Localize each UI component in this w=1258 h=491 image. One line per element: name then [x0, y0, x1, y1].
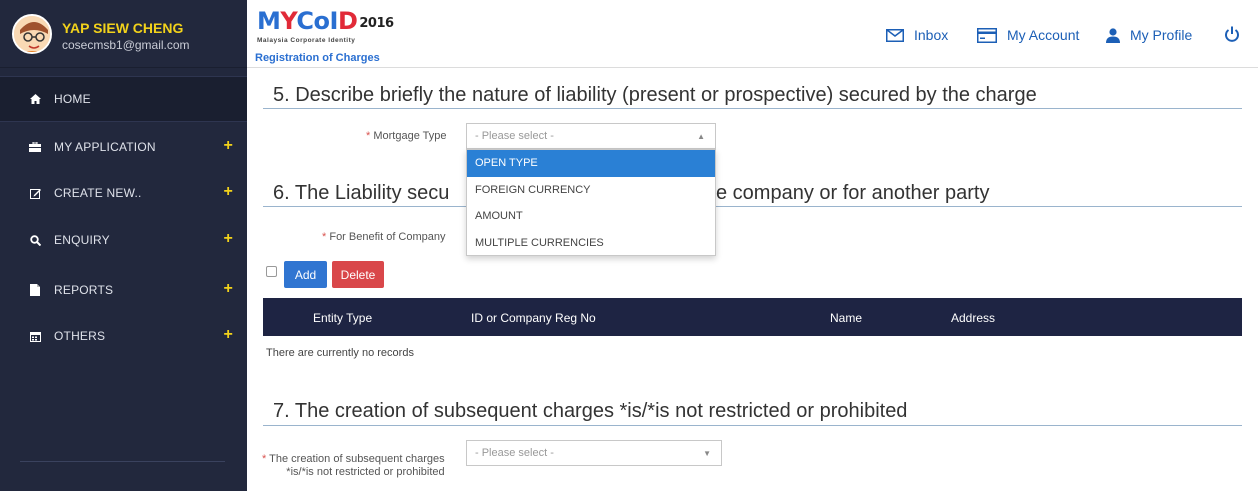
mycoid-logo[interactable]: MYCoID 2016 Malaysia Corporate Identity [257, 9, 394, 44]
mortgage-type-label: * Mortgage Type [366, 130, 447, 142]
sidebar-item-create-new[interactable]: CREATE NEW.. + [0, 170, 247, 216]
section-5-divider [263, 108, 1242, 109]
subsequent-charges-label: * The creation of subsequent charges *is… [262, 453, 445, 478]
table-header: Entity Type ID or Company Reg No Name Ad… [263, 298, 1242, 336]
my-account-label: My Account [1007, 27, 1080, 43]
column-header-address[interactable]: Address [951, 311, 995, 325]
column-header-entity-type[interactable]: Entity Type [313, 311, 372, 325]
logo-wordmark: MYCoID 2016 [257, 7, 394, 35]
chevron-down-icon: ▼ [703, 449, 711, 458]
my-account-link[interactable]: My Account [977, 27, 1079, 43]
sidebar-item-enquiry[interactable]: ENQUIRY + [0, 217, 247, 263]
column-header-id-reg-no[interactable]: ID or Company Reg No [471, 311, 596, 325]
envelope-icon [886, 28, 904, 42]
subsequent-charges-placeholder: - Please select - [475, 447, 554, 459]
section-6-divider [263, 206, 1242, 207]
dropdown-option-multiple-currencies[interactable]: MULTIPLE CURRENCIES [467, 230, 715, 257]
mortgage-type-placeholder: - Please select - [475, 130, 554, 142]
section-6-title: 6. The Liability secu [273, 182, 450, 204]
select-all-checkbox[interactable] [266, 266, 277, 277]
section-7-title: 7. The creation of subsequent charges *i… [273, 400, 908, 422]
user-panel: YAP SIEW CHENG cosecmsb1@gmail.com [0, 0, 247, 68]
user-email: cosecmsb1@gmail.com [62, 38, 190, 52]
search-icon [28, 233, 42, 247]
chevron-up-icon: ▲ [697, 132, 705, 141]
user-icon [1106, 27, 1120, 43]
sidebar-item-my-application[interactable]: MY APPLICATION + [0, 124, 247, 170]
logout-button[interactable] [1224, 26, 1240, 46]
document-icon [28, 283, 42, 297]
subsequent-charges-select[interactable]: - Please select - ▼ [466, 440, 722, 466]
sidebar: YAP SIEW CHENG cosecmsb1@gmail.com HOME … [0, 0, 247, 491]
sidebar-item-label: OTHERS [54, 329, 106, 343]
credit-card-icon [977, 27, 997, 43]
inbox-label: Inbox [914, 27, 949, 43]
briefcase-icon [28, 140, 42, 154]
add-button[interactable]: Add [284, 261, 327, 288]
inbox-link[interactable]: Inbox [886, 27, 948, 43]
section-7-divider [263, 425, 1242, 426]
sidebar-item-label: HOME [54, 92, 91, 106]
my-profile-link[interactable]: My Profile [1106, 27, 1192, 43]
delete-button[interactable]: Delete [332, 261, 384, 288]
expand-plus-icon[interactable]: + [223, 326, 233, 344]
expand-plus-icon[interactable]: + [223, 183, 233, 201]
calendar-icon [28, 329, 42, 343]
dropdown-option-open-type[interactable]: OPEN TYPE [467, 150, 715, 177]
mortgage-type-dropdown: OPEN TYPE FOREIGN CURRENCY AMOUNT MULTIP… [466, 149, 716, 256]
section-5-title: 5. Describe briefly the nature of liabil… [273, 84, 1037, 106]
mortgage-type-select[interactable]: - Please select - ▲ [466, 123, 716, 149]
sidebar-item-label: REPORTS [54, 283, 114, 297]
sidebar-item-others[interactable]: OTHERS + [0, 313, 247, 359]
sidebar-item-label: MY APPLICATION [54, 140, 156, 154]
sidebar-item-label: ENQUIRY [54, 233, 110, 247]
user-name: YAP SIEW CHENG [62, 20, 184, 36]
avatar-face-icon [14, 16, 50, 52]
expand-plus-icon[interactable]: + [223, 137, 233, 155]
home-icon [28, 92, 42, 106]
avatar[interactable] [12, 14, 52, 54]
page-title: Registration of Charges [255, 52, 380, 64]
edit-icon [28, 186, 42, 200]
section-6-title-continued: e company or for another party [716, 182, 990, 204]
expand-plus-icon[interactable]: + [223, 230, 233, 248]
power-icon [1224, 26, 1240, 46]
sidebar-item-reports[interactable]: REPORTS + [0, 267, 247, 313]
empty-table-message: There are currently no records [266, 347, 414, 359]
dropdown-option-amount[interactable]: AMOUNT [467, 203, 715, 230]
top-header: MYCoID 2016 Malaysia Corporate Identity R… [247, 0, 1258, 68]
sidebar-item-home[interactable]: HOME [0, 76, 247, 122]
column-header-name[interactable]: Name [830, 311, 862, 325]
logo-subtitle: Malaysia Corporate Identity [257, 37, 356, 44]
sidebar-divider [20, 461, 225, 462]
sidebar-item-label: CREATE NEW.. [54, 186, 142, 200]
dropdown-option-foreign-currency[interactable]: FOREIGN CURRENCY [467, 177, 715, 204]
my-profile-label: My Profile [1130, 27, 1193, 43]
expand-plus-icon[interactable]: + [223, 280, 233, 298]
benefit-of-company-label: * For Benefit of Company [322, 231, 446, 243]
